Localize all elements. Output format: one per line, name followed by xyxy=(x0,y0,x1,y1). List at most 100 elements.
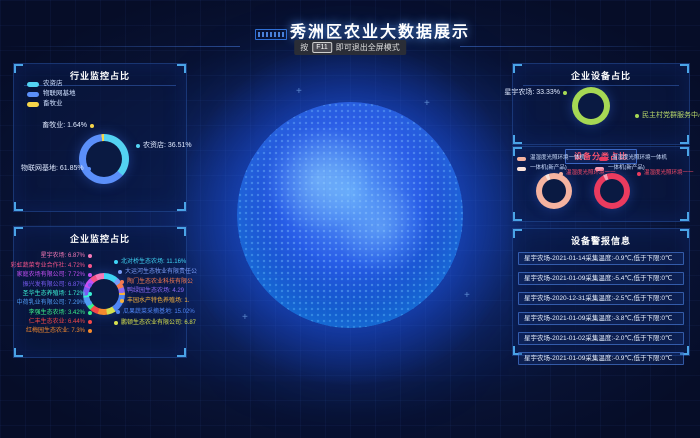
dashboard-page: + + + + 秀洲区农业大数据展示 按 F11 即可退出全屏模式 行业监控占比… xyxy=(0,0,700,438)
classification-donut-left[interactable] xyxy=(536,173,572,209)
alarm-row: 星宇农场-2021-01-09采集温度:-5.4℃,低于下限:0℃ xyxy=(518,272,684,285)
donut-hole xyxy=(542,179,566,203)
brand-logo-glyphs xyxy=(258,32,284,37)
label-dot xyxy=(88,283,92,287)
legend-swatch xyxy=(517,157,526,161)
alarm-row: 星宇农场-2021-01-02采集温度:-2.0℃,低于下限:0℃ xyxy=(518,332,684,345)
label-dot xyxy=(120,289,124,293)
label-dot xyxy=(88,292,92,296)
legend-item[interactable]: 畜牧业 xyxy=(27,101,63,108)
label-text: 农资店: 36.51% xyxy=(143,142,192,149)
donut-hole xyxy=(600,179,624,203)
legend-label: 农资店 xyxy=(43,81,63,88)
label-dot xyxy=(136,144,140,148)
alarm-row: 星宇农场-2021-01-09采集温度:-0.9℃,低于下限:0℃ xyxy=(518,352,684,365)
panel-device-classification: 设备分类占比 温湿度光照环境一体机 一体机(新产品) 温湿度光照环境一体机 一体… xyxy=(512,146,690,222)
chart-label: 物联网基地: 61.85% xyxy=(21,165,91,172)
label-dot xyxy=(88,254,92,258)
chart-label: 大运河生态牧业有限责任公 xyxy=(118,269,197,275)
classification-donut-right[interactable] xyxy=(594,173,630,209)
label-text: 瓜果蔬菜采摘基地: 15.02% xyxy=(123,309,195,315)
label-text: 家庭农场有限公司: 7.72% xyxy=(17,272,85,278)
toast-suffix: 即可退出全屏模式 xyxy=(336,42,400,53)
panel-device-alarms: 设备警报信息 星宇农场-2021-01-14采集温度:-0.9℃,低于下限:0℃… xyxy=(512,228,690,356)
label-dot xyxy=(559,172,563,176)
label-text: 北对桥生态农场: 11.16% xyxy=(121,259,186,265)
industry-donut-chart[interactable] xyxy=(79,134,129,184)
chart-label: 丰园水产特色养殖场: 1. xyxy=(120,298,189,304)
chart-label: 中荷乳业有限公司: 7.29% xyxy=(17,300,92,306)
label-text: 畜牧业: 1.64% xyxy=(42,122,87,129)
label-text: 民主村党群服务中心: xyxy=(642,112,700,119)
panel-title: 企业设备占比 xyxy=(513,64,689,82)
panel-title: 行业监控占比 xyxy=(14,64,186,82)
chart-label: 鸭绿园生态农场: 4.29 xyxy=(120,288,184,294)
label-text: 星宇农场: 6.87% xyxy=(41,253,85,259)
toast-prefix: 按 xyxy=(300,42,308,53)
label-text: 物联网基地: 61.85% xyxy=(21,165,84,172)
legend-swatch xyxy=(27,102,39,107)
legend-swatch xyxy=(599,157,608,161)
label-dot xyxy=(88,320,92,324)
panel-title: 企业监控占比 xyxy=(14,227,186,245)
header-line-right xyxy=(460,46,700,47)
label-dot xyxy=(87,167,91,171)
chart-label: 鹏顿生态农业有限公司: 6.87 xyxy=(114,320,196,326)
panel-enterprise-monitor: 企业监控占比 星宇农场: 6.87% 彩虹蔬菜专业合作社: 4.72% 家庭农场… xyxy=(13,226,187,358)
legend-item[interactable]: 农资店 xyxy=(27,81,63,88)
chart-label: 畜牧业: 1.64% xyxy=(42,122,94,129)
legend-item[interactable]: 温湿度光照环境一体机 xyxy=(517,156,585,162)
equipment-donut-chart[interactable] xyxy=(572,87,610,125)
sparkle-decoration: + xyxy=(242,312,248,323)
panel-title: 设备警报信息 xyxy=(513,229,689,247)
panel-equipment-ratio: 企业设备占比 星宇农场: 33.33% 民主村党群服务中心: xyxy=(512,63,690,145)
legend-label: 物联网基地 xyxy=(43,91,76,98)
label-dot xyxy=(114,260,118,264)
alarm-list: 星宇农场-2021-01-14采集温度:-0.9℃,低于下限:0℃ 星宇农场-2… xyxy=(513,252,689,372)
label-dot xyxy=(114,321,118,325)
label-text: 仁丰生态农业: 6.44% xyxy=(29,319,85,325)
label-text: 鸭绿园生态农场: 4.29 xyxy=(127,288,184,294)
sparkle-decoration: + xyxy=(464,290,470,301)
legend-swatch xyxy=(27,82,39,87)
label-text: 中荷乳业有限公司: 7.29% xyxy=(17,300,85,306)
legend-label: 畜牧业 xyxy=(43,101,63,108)
chart-label: 北对桥生态农场: 11.16% xyxy=(114,259,186,265)
label-dot xyxy=(88,329,92,333)
label-dot xyxy=(116,310,120,314)
chart-label: 农资店: 36.51% xyxy=(136,142,192,149)
legend-label: 温湿度光照环境一体机 xyxy=(612,156,667,162)
chart-label: 彩虹蔬菜专业合作社: 4.72% xyxy=(11,263,92,269)
label-dot xyxy=(118,270,122,274)
label-text: 鹏顿生态农业有限公司: 6.87 xyxy=(121,320,196,326)
header-line-left xyxy=(0,46,240,47)
label-text: 星宇农场: 33.33% xyxy=(504,89,560,96)
brand-logo xyxy=(255,29,287,40)
legend-item[interactable]: 温湿度光照环境一体机 xyxy=(599,156,667,162)
label-text: 圣华生态养殖场: 1.72% xyxy=(23,291,85,297)
label-text: 温湿度光照环境一一 xyxy=(566,171,616,177)
label-dot xyxy=(88,273,92,277)
label-dot xyxy=(120,280,124,284)
label-text: 丰园水产特色养殖场: 1. xyxy=(127,298,189,304)
chart-label: 温湿度光照环境一一 xyxy=(559,171,616,177)
label-text: 振兴发有限公司: 6.87% xyxy=(23,282,85,288)
chart-label: 瓜果蔬菜采摘基地: 15.02% xyxy=(116,309,195,315)
sparkle-decoration: + xyxy=(296,86,302,97)
donut-hole xyxy=(89,279,119,309)
sparkle-decoration: + xyxy=(424,98,430,109)
page-title: 秀洲区农业大数据展示 xyxy=(290,18,470,42)
title-divider xyxy=(523,85,679,86)
label-text: 红梅园生态农业: 7.3% xyxy=(26,328,85,334)
label-dot xyxy=(88,301,92,305)
alarm-row: 星宇农场-2020-12-31采集温度:-2.5℃,低于下限:0℃ xyxy=(518,292,684,305)
legend-swatch xyxy=(517,167,526,171)
f11-key-badge: F11 xyxy=(312,42,332,53)
donut-hole xyxy=(86,141,122,177)
chart-label: 振兴发有限公司: 6.87% xyxy=(23,282,92,288)
donut-hole xyxy=(578,93,604,119)
label-dot xyxy=(88,264,92,268)
chart-label: 李强生态农场: 3.42% xyxy=(29,310,92,316)
legend-item[interactable]: 物联网基地 xyxy=(27,91,76,98)
chart-label: 民主村党群服务中心: xyxy=(635,112,700,119)
